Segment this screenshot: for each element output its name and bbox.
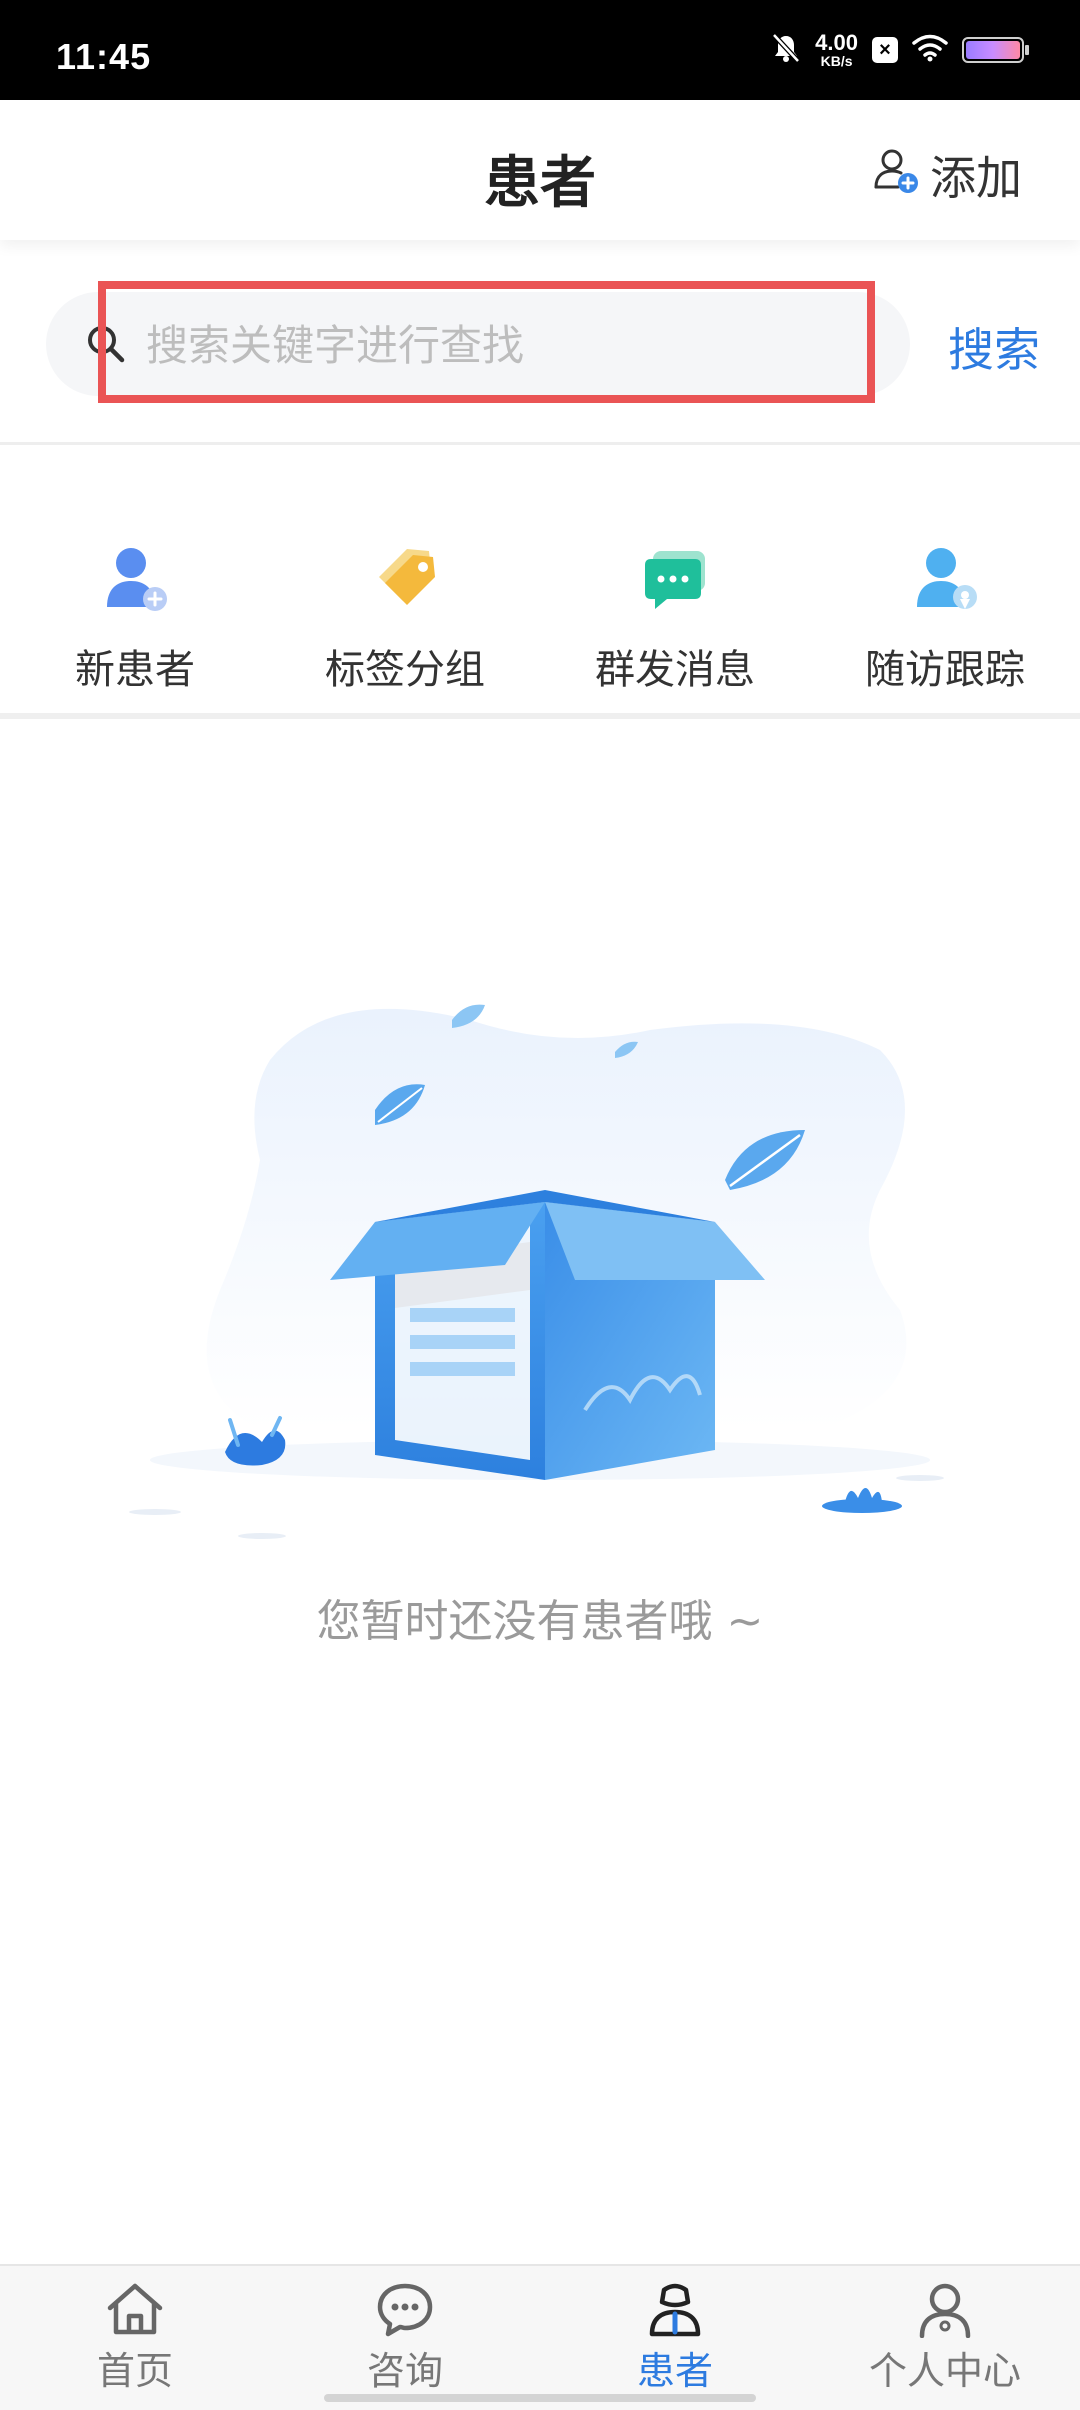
tab-patients[interactable]: 患者 bbox=[540, 2266, 810, 2410]
search-button[interactable]: 搜索 bbox=[948, 314, 1040, 380]
bottom-nav: 首页 咨询 患者 个人中心 bbox=[0, 2264, 1080, 2410]
network-speed: 4.00 KB/s bbox=[815, 30, 858, 69]
empty-box-illustration bbox=[129, 1004, 944, 1539]
tab-label: 个人中心 bbox=[868, 2349, 1021, 2393]
quick-action-label: 标签分组 bbox=[325, 647, 485, 693]
quick-action-label: 群发消息 bbox=[595, 647, 755, 693]
chat-icon bbox=[377, 2283, 433, 2337]
mute-bell-icon bbox=[771, 32, 801, 68]
tab-label: 首页 bbox=[96, 2349, 173, 2393]
quick-action-tag-group[interactable]: 标签分组 bbox=[270, 445, 540, 713]
quick-action-label: 新患者 bbox=[75, 647, 195, 693]
new-patient-icon bbox=[107, 548, 167, 611]
app-header: 患者 添加 bbox=[0, 100, 1080, 240]
status-icons: 4.00 KB/s × bbox=[771, 30, 1029, 70]
profile-icon bbox=[919, 2283, 971, 2338]
message-icon bbox=[645, 551, 705, 609]
quick-action-new-patient[interactable]: 新患者 bbox=[0, 445, 270, 713]
add-patient-button[interactable]: 添加 bbox=[872, 142, 1022, 208]
wifi-icon bbox=[912, 34, 948, 66]
quick-action-follow-up[interactable]: 随访跟踪 bbox=[810, 445, 1080, 713]
status-bar: 11:45 4.00 KB/s × bbox=[0, 0, 1080, 100]
tag-icon bbox=[379, 549, 435, 605]
search-box bbox=[46, 292, 910, 396]
add-label: 添加 bbox=[930, 151, 1022, 205]
patient-icon bbox=[649, 2283, 701, 2337]
close-square-icon: × bbox=[872, 37, 898, 63]
home-indicator[interactable] bbox=[324, 2394, 756, 2402]
search-icon bbox=[84, 322, 128, 370]
search-input[interactable] bbox=[144, 312, 888, 378]
quick-action-label: 随访跟踪 bbox=[865, 647, 1025, 693]
empty-state-message: 您暂时还没有患者哦 ~ bbox=[316, 1596, 764, 1647]
tab-consult[interactable]: 咨询 bbox=[270, 2266, 540, 2410]
search-section: 搜索 bbox=[0, 256, 1080, 445]
tab-profile[interactable]: 个人中心 bbox=[810, 2266, 1080, 2410]
quick-actions: 新患者 标签分组 群发消息 随访跟踪 bbox=[0, 445, 1080, 719]
add-user-icon bbox=[872, 145, 922, 206]
status-time: 11:45 bbox=[56, 36, 152, 77]
home-icon bbox=[107, 2283, 163, 2335]
tab-label: 患者 bbox=[636, 2349, 713, 2393]
tab-home[interactable]: 首页 bbox=[0, 2266, 270, 2410]
tab-label: 咨询 bbox=[366, 2349, 443, 2393]
follow-up-icon bbox=[917, 548, 977, 609]
battery-icon bbox=[962, 37, 1029, 63]
quick-action-mass-message[interactable]: 群发消息 bbox=[540, 445, 810, 713]
